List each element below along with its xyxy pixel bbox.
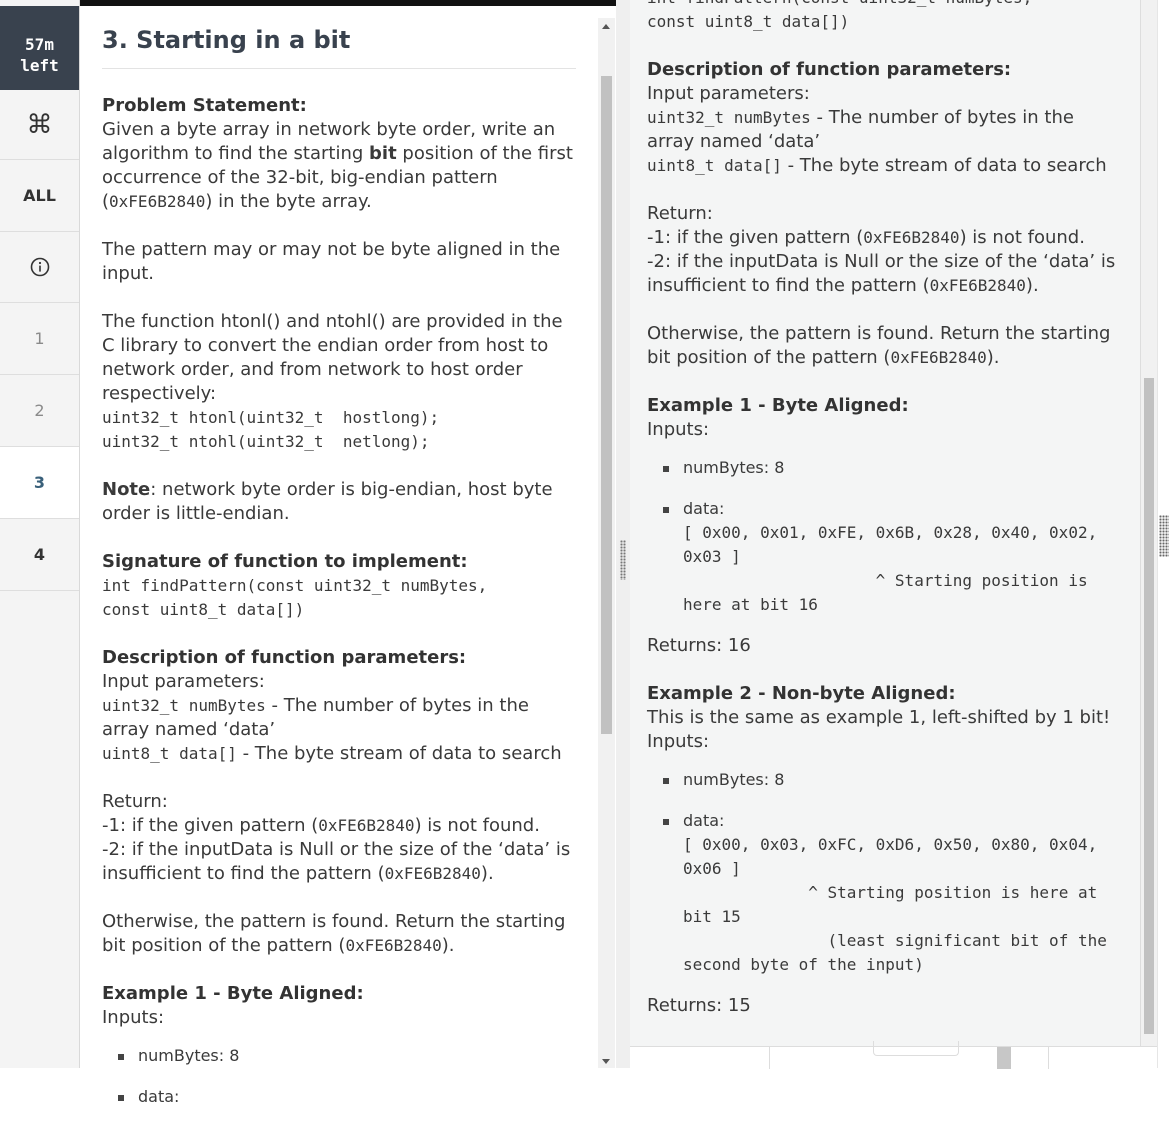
list-item: data: [ 0x00, 0x03, 0xFC, 0xD6, 0x50, 0x… bbox=[647, 809, 1117, 977]
return-description: Return: -1: if the given pattern (0xFE6B… bbox=[647, 203, 1116, 296]
info-circle-icon bbox=[30, 257, 49, 277]
example-1-inputs: numBytes: 8 data: bbox=[102, 1044, 576, 1109]
shortcuts-icon[interactable]: ⌘ bbox=[0, 90, 79, 160]
example-2-caret-note: (least significant bit of the second byt… bbox=[683, 931, 1117, 974]
nav-question-1[interactable]: 1 bbox=[0, 303, 79, 375]
list-item: data: [ 0x00, 0x01, 0xFE, 0x6B, 0x28, 0x… bbox=[647, 497, 1117, 617]
example-2: Example 2 - Non-byte Aligned: This is th… bbox=[647, 683, 1111, 752]
otherwise-description: Otherwise, the pattern is found. Return … bbox=[102, 911, 566, 956]
scroll-up-icon[interactable] bbox=[602, 24, 610, 29]
example-1: Example 1 - Byte Aligned: Inputs: bbox=[102, 983, 364, 1028]
question-nav: 57m left ⌘ ALL 1 2 3 4 bbox=[0, 0, 80, 1068]
toolbar-block bbox=[997, 1047, 1011, 1069]
nav-question-3[interactable]: 3 bbox=[0, 447, 79, 519]
drag-handle-icon[interactable] bbox=[1159, 515, 1169, 557]
return-description: Return: -1: if the given pattern (0xFE6B… bbox=[102, 791, 571, 884]
problem-scrollbar[interactable] bbox=[598, 18, 615, 1068]
problem-pane-duplicate: int findPattern(const uint32_t numBytes,… bbox=[630, 0, 1140, 1046]
right-pane-scrollbar[interactable] bbox=[1140, 0, 1157, 1046]
partial-signature-line: int findPattern(const uint32_t numBytes, bbox=[647, 0, 1117, 10]
htonl-signature: uint32_t htonl(uint32_t hostlong); bbox=[102, 408, 440, 427]
scrollbar-thumb[interactable] bbox=[1144, 378, 1154, 1034]
htonl-description: The function htonl() and ntohl() are pro… bbox=[102, 310, 576, 454]
nav-question-4[interactable]: 4 bbox=[0, 519, 79, 591]
time-remaining: 57m left bbox=[0, 6, 79, 90]
top-bar bbox=[0, 0, 625, 6]
pane-splitter[interactable] bbox=[616, 0, 630, 1068]
example-1: Example 1 - Byte Aligned: Inputs: bbox=[647, 395, 909, 440]
timer-left-label: left bbox=[20, 56, 59, 75]
problem-pane: 3. Starting in a bit Problem Statement: … bbox=[102, 18, 576, 1126]
drag-handle-icon[interactable] bbox=[620, 540, 626, 580]
parameter-description: Description of function parameters: Inpu… bbox=[647, 59, 1107, 176]
list-item: numBytes: 8 bbox=[647, 768, 1117, 792]
parameter-description: Description of function parameters: Inpu… bbox=[102, 647, 562, 764]
example-2-caret: ^ Starting position is here at bit 15 bbox=[683, 883, 1107, 926]
example-2-data: [ 0x00, 0x03, 0xFC, 0xD6, 0x50, 0x80, 0x… bbox=[683, 835, 1107, 878]
question-title: 3. Starting in a bit bbox=[102, 26, 351, 54]
example-1-returns: Returns: 16 bbox=[647, 635, 751, 656]
ntohl-signature: uint32_t ntohl(uint32_t netlong); bbox=[102, 432, 430, 451]
function-signature: Signature of function to implement: int … bbox=[102, 551, 488, 619]
example-2-returns: Returns: 15 bbox=[647, 995, 751, 1016]
problem-label: Problem Statement: bbox=[102, 95, 307, 116]
endian-note: Note: network byte order is big-endian, … bbox=[102, 479, 553, 524]
scroll-down-icon[interactable] bbox=[602, 1059, 610, 1064]
info-icon[interactable] bbox=[0, 232, 79, 303]
divider bbox=[769, 1047, 770, 1069]
nav-all[interactable]: ALL bbox=[0, 160, 79, 232]
problem-statement: Problem Statement: Given a byte array in… bbox=[102, 95, 573, 212]
title-divider bbox=[102, 68, 576, 69]
divider bbox=[1048, 1047, 1049, 1069]
example-2-inputs: numBytes: 8 data: [ 0x00, 0x03, 0xFC, 0x… bbox=[647, 768, 1117, 977]
list-item: data: bbox=[102, 1085, 576, 1109]
otherwise-description: Otherwise, the pattern is found. Return … bbox=[647, 323, 1111, 368]
alignment-note: The pattern may or may not be byte align… bbox=[102, 239, 561, 284]
example-1-data: [ 0x00, 0x01, 0xFE, 0x6B, 0x28, 0x40, 0x… bbox=[683, 523, 1107, 566]
nav-question-2[interactable]: 2 bbox=[0, 375, 79, 447]
example-1-inputs: numBytes: 8 data: [ 0x00, 0x01, 0xFE, 0x… bbox=[647, 456, 1117, 617]
example-1-caret: ^ Starting position is here at bit 16 bbox=[683, 571, 1098, 614]
bottom-toolbar-strip bbox=[630, 1041, 1157, 1069]
scrollbar-thumb[interactable] bbox=[601, 76, 612, 734]
list-item: numBytes: 8 bbox=[102, 1044, 576, 1068]
list-item: numBytes: 8 bbox=[647, 456, 1117, 480]
timer-minutes: 57m bbox=[25, 35, 54, 54]
toolbar-control[interactable] bbox=[873, 1041, 959, 1056]
